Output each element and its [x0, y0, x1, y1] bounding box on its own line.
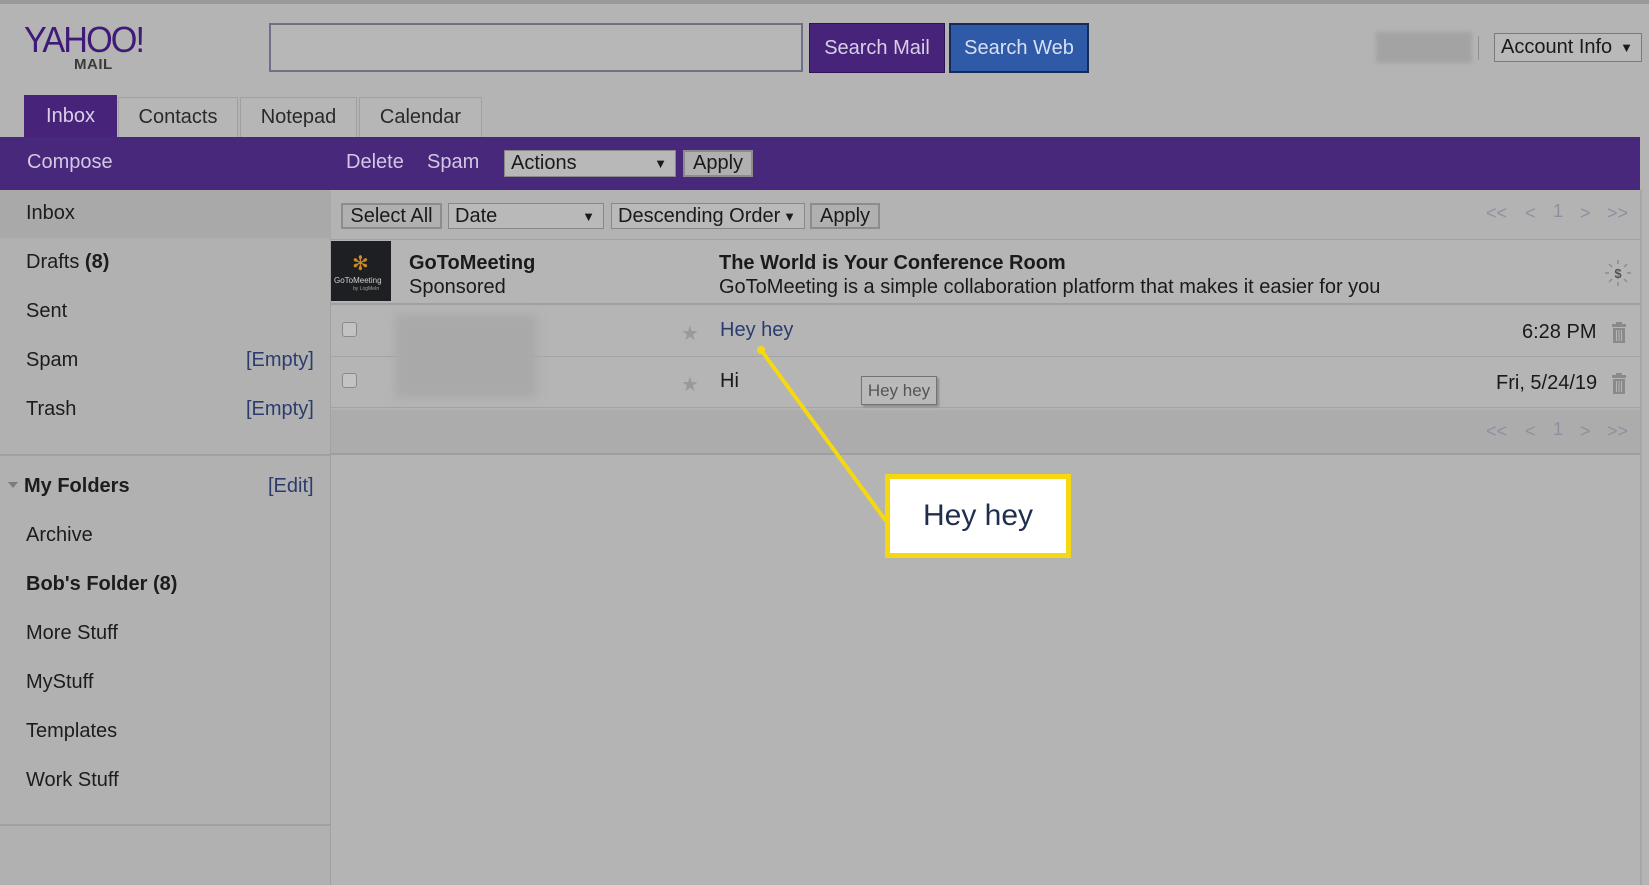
sidebar-divider — [0, 824, 331, 826]
select-all-button[interactable]: Select All — [341, 203, 442, 229]
message-date: 6:28 PM — [1522, 321, 1597, 343]
pager-prev[interactable]: < — [1525, 203, 1536, 224]
sidebar-item-more-stuff[interactable]: More Stuff — [26, 622, 118, 645]
sidebar-item-inbox[interactable]: Inbox — [26, 202, 75, 225]
logo-text: YAHOO! — [24, 19, 145, 60]
header-divider — [1478, 36, 1479, 60]
pager-first[interactable]: << — [1486, 203, 1507, 224]
drafts-count: (8) — [84, 251, 110, 273]
message-subject[interactable]: Hey hey — [720, 319, 793, 342]
delete-button[interactable]: Delete — [346, 151, 404, 174]
ad-subject: The World is Your Conference Room — [719, 252, 1066, 274]
star-icon[interactable]: ★ — [681, 372, 699, 397]
folder-label: Inbox — [26, 202, 75, 224]
blurred-sender — [395, 314, 537, 398]
star-icon[interactable]: ★ — [681, 321, 699, 346]
logo-subtext: by LogMeIn — [353, 286, 380, 292]
logo-subtext: MAIL — [74, 56, 113, 73]
message-checkbox[interactable] — [342, 322, 357, 337]
actions-dropdown[interactable]: Actions ▼ — [504, 150, 676, 177]
search-web-button[interactable]: Search Web — [949, 23, 1089, 73]
tab-notepad[interactable]: Notepad — [240, 97, 357, 137]
edit-folders-link[interactable]: [Edit] — [268, 475, 314, 498]
sidebar-item-bobs-folder[interactable]: Bob's Folder (8) — [26, 573, 177, 596]
logo-text: GoToMeeting — [334, 276, 382, 285]
yahoo-mail-logo[interactable]: YAHOO! MAIL — [24, 22, 166, 78]
tab-inbox[interactable]: Inbox — [24, 95, 117, 137]
compose-button[interactable]: Compose — [27, 151, 113, 174]
folder-label: Trash — [26, 398, 77, 420]
ad-preview: GoToMeeting is a simple collaboration pl… — [719, 276, 1381, 298]
dropdown-arrow-icon: ▼ — [1620, 40, 1633, 55]
sidebar-item-work-stuff[interactable]: Work Stuff — [26, 769, 119, 792]
search-mail-button[interactable]: Search Mail — [809, 23, 945, 73]
account-info-dropdown[interactable]: Account Info ▼ — [1494, 33, 1642, 62]
search-input[interactable] — [269, 23, 803, 72]
folder-label: Drafts — [26, 251, 80, 273]
trash-icon[interactable] — [1611, 373, 1626, 394]
pager-prev[interactable]: < — [1525, 421, 1536, 442]
trash-icon[interactable] — [1611, 322, 1626, 343]
pager-next[interactable]: > — [1580, 421, 1591, 442]
pager-last[interactable]: >> — [1607, 421, 1628, 442]
gotomeeting-logo: ✻ GoToMeeting by LogMeIn — [331, 241, 391, 301]
pager-next[interactable]: > — [1580, 203, 1591, 224]
sidebar-item-spam[interactable]: Spam — [26, 349, 78, 372]
sort-order-value: Descending Order — [618, 204, 781, 227]
pager-current[interactable]: 1 — [1553, 419, 1563, 440]
ad-sponsored-tag: Sponsored — [409, 276, 506, 298]
sidebar-item-templates[interactable]: Templates — [26, 720, 117, 743]
account-info-label: Account Info — [1501, 36, 1613, 58]
sidebar-divider — [0, 454, 331, 456]
apply-actions-button[interactable]: Apply — [683, 150, 753, 177]
dropdown-arrow-icon: ▼ — [783, 208, 796, 224]
pager-last[interactable]: >> — [1607, 203, 1628, 224]
bottom-pager-row — [331, 410, 1640, 455]
sort-field-value: Date — [455, 204, 498, 227]
blurred-user-name — [1376, 32, 1472, 63]
folder-label: Sent — [26, 300, 68, 322]
subject-tooltip: Hey hey — [861, 376, 937, 405]
actions-selected: Actions — [511, 152, 577, 174]
ad-sender: GoToMeeting — [409, 252, 536, 274]
folder-label: Spam — [26, 349, 79, 371]
sort-order-dropdown[interactable]: Descending Order ▼ — [611, 203, 805, 229]
callout-box: Hey hey — [885, 474, 1071, 558]
tab-contacts[interactable]: Contacts — [118, 97, 238, 137]
dropdown-arrow-icon: ▼ — [582, 208, 595, 224]
message-subject[interactable]: Hi — [720, 370, 739, 393]
sidebar-item-archive[interactable]: Archive — [26, 524, 93, 547]
sidebar-item-sent[interactable]: Sent — [26, 300, 67, 323]
sidebar-item-mystuff[interactable]: MyStuff — [26, 671, 93, 694]
action-bar — [0, 137, 1640, 190]
my-folders-heading[interactable]: My Folders — [24, 475, 130, 498]
pager-current[interactable]: 1 — [1553, 201, 1563, 222]
dollar-badge-icon[interactable]: $ — [1604, 259, 1632, 287]
sidebar-item-trash[interactable]: Trash — [26, 398, 76, 421]
right-border — [1640, 190, 1642, 885]
dropdown-arrow-icon: ▼ — [654, 156, 667, 171]
pager-first[interactable]: << — [1486, 421, 1507, 442]
empty-spam-link[interactable]: [Empty] — [246, 349, 314, 372]
sidebar-item-drafts[interactable]: Drafts (8) — [26, 251, 109, 274]
tab-calendar[interactable]: Calendar — [359, 97, 482, 137]
empty-trash-link[interactable]: [Empty] — [246, 398, 314, 421]
top-border — [0, 0, 1649, 4]
sort-field-dropdown[interactable]: Date ▼ — [448, 203, 604, 229]
message-date: Fri, 5/24/19 — [1496, 372, 1598, 394]
message-checkbox[interactable] — [342, 373, 357, 388]
flower-icon: ✻ — [352, 253, 369, 275]
apply-sort-button[interactable]: Apply — [810, 203, 880, 229]
svg-text:$: $ — [1614, 266, 1622, 281]
collapse-triangle-icon[interactable] — [8, 482, 18, 488]
spam-button[interactable]: Spam — [427, 151, 479, 174]
